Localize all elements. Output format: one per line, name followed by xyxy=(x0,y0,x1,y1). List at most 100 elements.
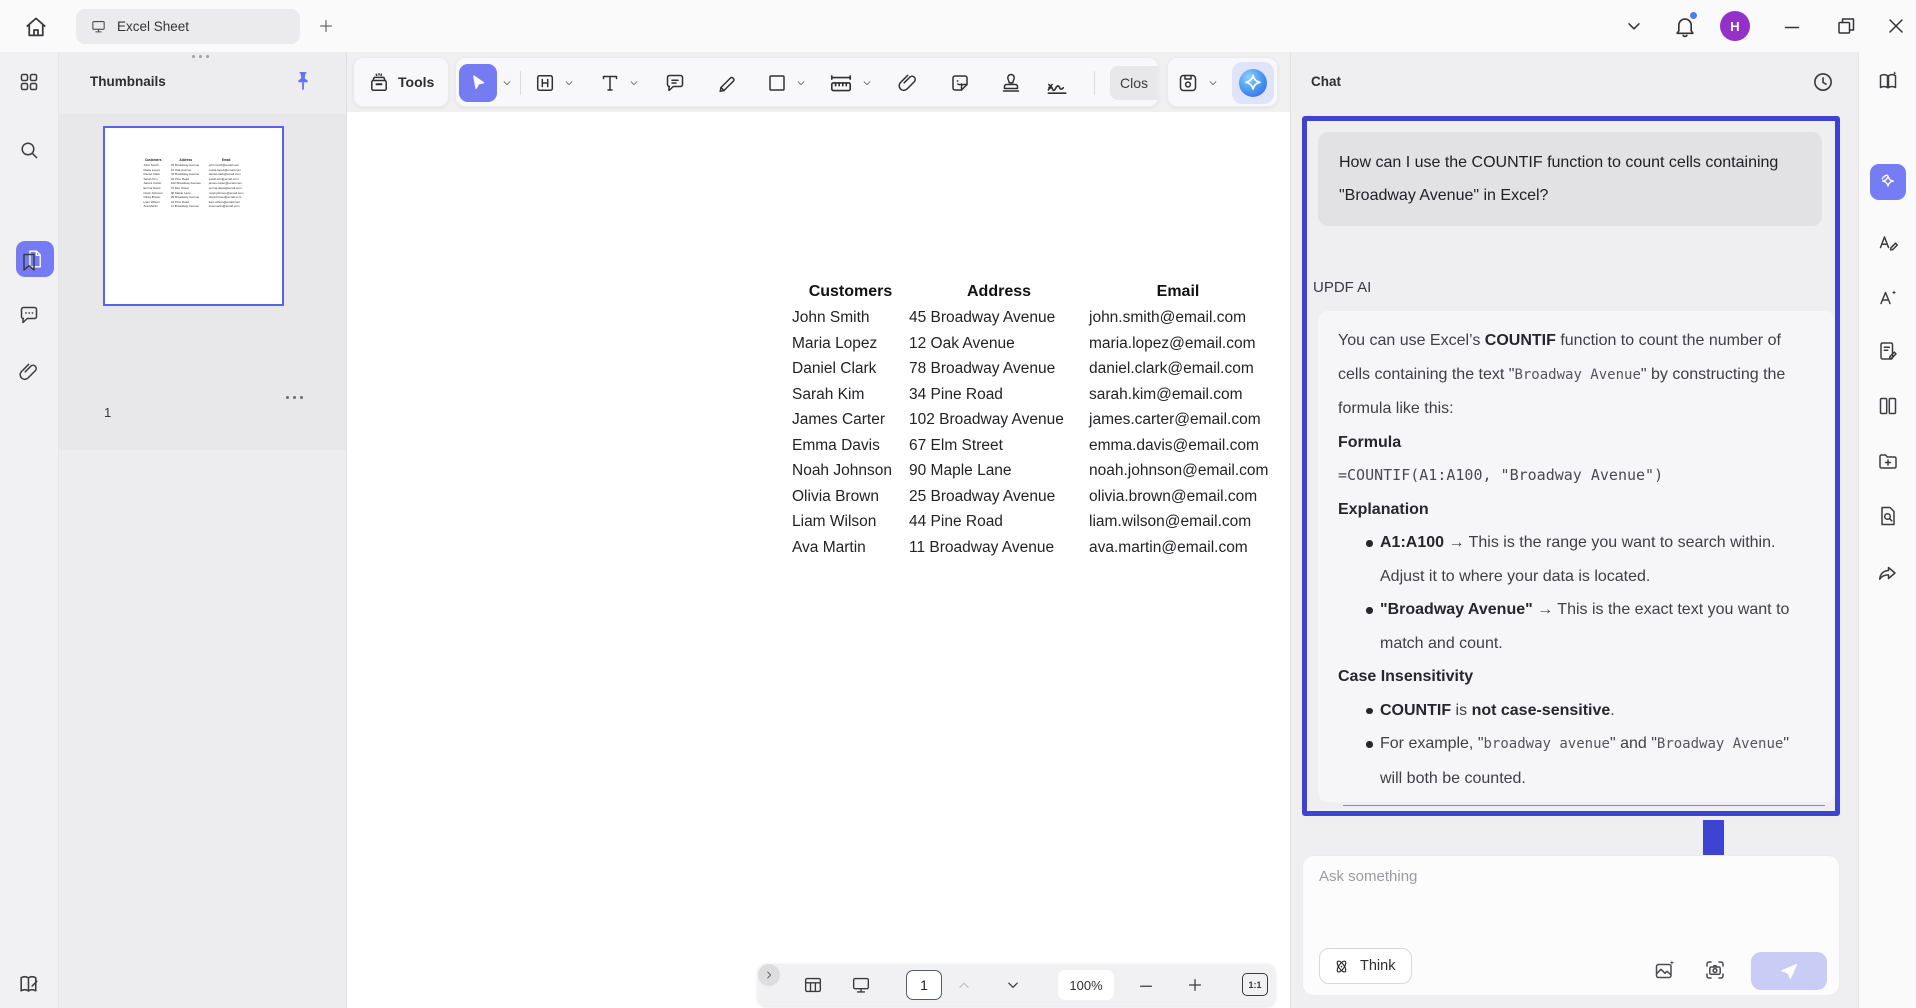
actual-size-button[interactable]: 1:1 xyxy=(1242,973,1268,996)
table-cell: 45 Broadway Avenue xyxy=(909,305,1089,331)
measure-tool-icon[interactable] xyxy=(828,71,852,95)
heading-tool-chevron-icon[interactable] xyxy=(562,76,576,90)
thumbnail-options-icon[interactable] xyxy=(286,396,303,399)
user-message-bubble: How can I use the COUNTIF function to co… xyxy=(1318,132,1822,226)
shape-tool-icon[interactable] xyxy=(765,71,789,95)
chat-response-block: Formula xyxy=(1338,426,1815,460)
comments-icon[interactable] xyxy=(17,303,41,327)
close-tools-label: Clos xyxy=(1120,75,1148,91)
window-menu-chevron-icon[interactable] xyxy=(1622,14,1646,38)
organize-pages-icon[interactable] xyxy=(1876,449,1900,473)
shape-tool-chevron-icon[interactable] xyxy=(794,76,808,90)
table-cell: James Carter xyxy=(792,407,909,433)
avatar[interactable]: H xyxy=(1720,11,1750,41)
cursor-icon xyxy=(467,72,489,94)
chat-response-block: "Broadway Avenue" → This is the exact te… xyxy=(1338,593,1815,660)
save-chevron-icon[interactable] xyxy=(1206,76,1220,90)
table-cell: daniel.clark@email.com xyxy=(1089,356,1267,382)
chat-response-segment: not case-sensitive xyxy=(1472,702,1611,719)
apps-grid-icon[interactable] xyxy=(17,70,41,94)
document-page[interactable]: CustomersJohn SmithMaria LopezDaniel Cla… xyxy=(347,112,1290,1008)
chat-response-segment: "Broadway Avenue" xyxy=(1380,601,1533,618)
table-cell: 90 Maple Lane xyxy=(909,458,1089,484)
measure-tool-chevron-icon[interactable] xyxy=(860,76,874,90)
table-cell: Noah Johnson xyxy=(792,458,909,484)
page-layout-icon[interactable] xyxy=(802,974,824,996)
text-tool-chevron-icon[interactable] xyxy=(627,76,641,90)
ai-assistant-icon[interactable] xyxy=(1870,164,1906,200)
attachments-icon[interactable] xyxy=(17,360,41,384)
reader-mode-icon[interactable] xyxy=(1876,69,1900,93)
table-cell: Maria Lopez xyxy=(792,331,909,357)
table-cell: 25 Broadway Avenue xyxy=(909,484,1089,510)
heading-frame-tool-icon[interactable] xyxy=(533,71,557,95)
thumbnails-panel: Thumbnails CustomersJohn SmithMaria Lope… xyxy=(59,52,347,1008)
presentation-mode-icon[interactable] xyxy=(850,974,872,996)
table-cell: noah.johnson@email.com xyxy=(1089,458,1267,484)
table-cell: 11 Broadway Avenue xyxy=(909,535,1089,561)
page-thumbnail[interactable]: CustomersJohn SmithMaria LopezDaniel Cla… xyxy=(103,126,284,306)
chat-history-icon[interactable] xyxy=(1810,69,1836,95)
previous-page-icon[interactable] xyxy=(954,975,974,995)
comment-tool-icon[interactable] xyxy=(663,71,687,95)
compare-pages-icon[interactable] xyxy=(1876,394,1900,418)
pin-panel-icon[interactable] xyxy=(291,69,315,93)
share-icon[interactable] xyxy=(1876,562,1900,586)
screenshot-camera-icon[interactable] xyxy=(1703,958,1727,982)
notification-dot xyxy=(1690,12,1697,19)
save-icon[interactable] xyxy=(1176,71,1200,95)
page-number-input[interactable]: 1 xyxy=(906,970,942,1000)
table-cell: ava.martin@email.com xyxy=(1089,535,1267,561)
zoom-level-value[interactable]: 100% xyxy=(1058,970,1114,1000)
stamp-tool-icon[interactable] xyxy=(999,71,1023,95)
ai-translate-icon[interactable] xyxy=(1876,231,1900,255)
chat-input[interactable] xyxy=(1317,866,1821,930)
tools-button[interactable]: Tools xyxy=(353,57,449,107)
zoom-in-icon[interactable] xyxy=(1185,975,1205,995)
zoom-out-icon[interactable] xyxy=(1136,975,1156,995)
document-tab[interactable]: Excel Sheet xyxy=(76,9,300,44)
send-button[interactable] xyxy=(1751,952,1827,990)
updf-ai-button[interactable] xyxy=(1232,62,1274,104)
next-page-icon[interactable] xyxy=(1003,975,1023,995)
zoom-percent: 100% xyxy=(1069,978,1102,993)
avatar-initial: H xyxy=(1730,19,1739,34)
new-tab-button[interactable] xyxy=(316,16,336,36)
page-number-value: 1 xyxy=(920,977,928,993)
ai-conversation-highlight-box: How can I use the COUNTIF function to co… xyxy=(1302,116,1840,816)
table-cell: 11 Broadway Avenue xyxy=(171,204,201,209)
sticker-tool-icon[interactable] xyxy=(948,71,972,95)
panel-drag-handle-icon[interactable] xyxy=(192,55,209,58)
chat-response-segment: Formula xyxy=(1338,434,1401,451)
annotate-book-icon[interactable] xyxy=(17,972,41,996)
add-image-icon[interactable] xyxy=(1653,958,1677,982)
select-tool-button[interactable] xyxy=(459,64,497,102)
select-tool-chevron-icon[interactable] xyxy=(500,76,514,90)
chat-response-segment: Explanation xyxy=(1338,501,1429,518)
close-window-button[interactable] xyxy=(1884,14,1908,38)
right-sidebar xyxy=(1858,52,1916,1008)
bookmarks-icon[interactable] xyxy=(17,250,41,274)
text-tool-icon[interactable] xyxy=(598,71,622,95)
expand-bar-icon[interactable] xyxy=(758,964,780,986)
attach-file-tool-icon[interactable] xyxy=(896,71,920,95)
chat-response-segment: . xyxy=(1610,702,1614,719)
title-bar: Excel Sheet H xyxy=(0,0,1916,53)
summarize-icon[interactable] xyxy=(1876,339,1900,363)
highlighter-tool-icon[interactable] xyxy=(715,71,739,95)
ocr-search-icon[interactable] xyxy=(1876,504,1900,528)
actual-size-label: 1:1 xyxy=(1248,980,1261,990)
ai-response-card: You can use Excel’s COUNTIF function to … xyxy=(1318,311,1835,802)
chat-response-segment: For example, " xyxy=(1380,735,1484,752)
think-toggle-button[interactable]: Think xyxy=(1319,948,1412,984)
search-icon[interactable] xyxy=(17,138,41,162)
ai-writer-icon[interactable] xyxy=(1876,286,1900,310)
signature-tool-icon[interactable] xyxy=(1044,71,1068,95)
restore-button[interactable] xyxy=(1834,14,1858,38)
home-button[interactable] xyxy=(22,13,50,41)
ai-sender-name: UPDF AI xyxy=(1313,279,1371,296)
table-header: Email xyxy=(1089,278,1267,305)
updf-app-window: Excel Sheet H Thumbnails CustomersJohn S… xyxy=(0,0,1916,1008)
close-tools-button[interactable]: Clos xyxy=(1110,66,1159,100)
minimize-button[interactable] xyxy=(1780,14,1804,38)
